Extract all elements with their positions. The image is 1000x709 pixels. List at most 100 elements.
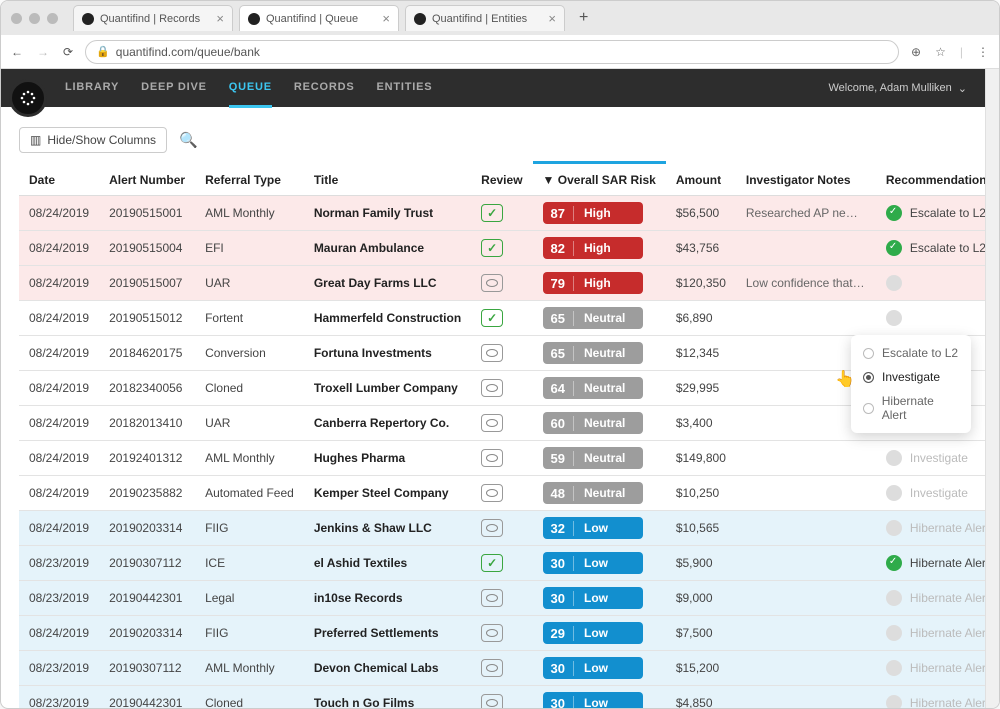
cell-recommendation[interactable]: Investigate <box>876 476 985 511</box>
eye-icon[interactable] <box>481 274 503 292</box>
status-dot-icon[interactable] <box>886 450 902 466</box>
cell-review[interactable] <box>471 476 532 511</box>
col-title[interactable]: Title <box>304 165 471 196</box>
cell-review[interactable] <box>471 616 532 651</box>
cell-title[interactable]: Troxell Lumber Company <box>304 371 471 406</box>
status-dot-icon[interactable] <box>886 660 902 676</box>
table-row[interactable]: 08/24/2019 20190203314 FIIG Preferred Se… <box>19 616 985 651</box>
eye-icon[interactable] <box>481 589 503 607</box>
eye-icon[interactable] <box>481 624 503 642</box>
table-row[interactable]: 08/24/2019 20182340056 Cloned Troxell Lu… <box>19 371 985 406</box>
address-bar[interactable]: 🔒 quantifind.com/queue/bank <box>85 40 899 64</box>
cell-review[interactable] <box>471 546 532 581</box>
cell-title[interactable]: Hughes Pharma <box>304 441 471 476</box>
popover-option[interactable]: Hibernate Alert <box>851 389 971 427</box>
table-row[interactable]: 08/24/2019 20190203314 FIIG Jenkins & Sh… <box>19 511 985 546</box>
welcome-user[interactable]: Welcome, Adam Mulliken ⌄ <box>828 82 967 95</box>
table-row[interactable]: 08/23/2019 20190442301 Cloned Touch n Go… <box>19 686 985 709</box>
status-dot-icon[interactable] <box>886 555 902 571</box>
forward-icon[interactable]: → <box>37 45 49 59</box>
cell-recommendation[interactable]: Hibernate Alert <box>876 581 985 616</box>
cell-review[interactable] <box>471 336 532 371</box>
cell-title[interactable]: Hammerfeld Construction <box>304 301 471 336</box>
col-amount[interactable]: Amount <box>666 165 736 196</box>
eye-icon[interactable] <box>481 694 503 708</box>
cell-review[interactable] <box>471 686 532 709</box>
cell-title[interactable]: Fortuna Investments <box>304 336 471 371</box>
cell-title[interactable]: Touch n Go Films <box>304 686 471 709</box>
table-row[interactable]: 08/24/2019 20190515004 EFI Mauran Ambula… <box>19 231 985 266</box>
bookmark-icon[interactable]: ☆ <box>935 45 946 59</box>
eye-icon[interactable] <box>481 414 503 432</box>
cell-title[interactable]: Mauran Ambulance <box>304 231 471 266</box>
cell-review[interactable] <box>471 511 532 546</box>
table-row[interactable]: 08/24/2019 20182013410 UAR Canberra Repe… <box>19 406 985 441</box>
status-dot-icon[interactable] <box>886 485 902 501</box>
search-in-page-icon[interactable]: ⊕ <box>911 45 921 59</box>
hide-show-columns-button[interactable]: ▥ Hide/Show Columns <box>19 127 167 153</box>
reload-icon[interactable]: ⟳ <box>63 45 73 59</box>
cell-review[interactable] <box>471 231 532 266</box>
status-dot-icon[interactable] <box>886 625 902 641</box>
col-referral-type[interactable]: Referral Type <box>195 165 304 196</box>
cell-review[interactable] <box>471 406 532 441</box>
status-dot-icon[interactable] <box>886 240 902 256</box>
cell-review[interactable] <box>471 581 532 616</box>
close-tab-icon[interactable]: × <box>216 11 224 26</box>
col-recommendation[interactable]: Recommendation <box>876 165 985 196</box>
close-window-icon[interactable] <box>11 13 22 24</box>
status-dot-icon[interactable] <box>886 275 902 291</box>
cell-recommendation[interactable] <box>876 301 985 336</box>
cell-recommendation[interactable] <box>876 266 985 301</box>
minimize-window-icon[interactable] <box>29 13 40 24</box>
status-dot-icon[interactable] <box>886 310 902 326</box>
cell-review[interactable] <box>471 196 532 231</box>
cell-title[interactable]: Kemper Steel Company <box>304 476 471 511</box>
eye-icon[interactable] <box>481 344 503 362</box>
eye-icon[interactable] <box>481 449 503 467</box>
scrollbar[interactable] <box>985 69 999 708</box>
browser-tab[interactable]: Quantifind | Records × <box>73 5 233 31</box>
kebab-menu-icon[interactable]: ⋮ <box>977 45 989 59</box>
check-icon[interactable] <box>481 204 503 222</box>
eye-icon[interactable] <box>481 379 503 397</box>
new-tab-button[interactable]: + <box>571 9 596 27</box>
search-icon[interactable]: 🔍 <box>179 131 198 149</box>
eye-icon[interactable] <box>481 484 503 502</box>
cell-recommendation[interactable]: Hibernate Alert <box>876 616 985 651</box>
cell-recommendation[interactable]: Investigate <box>876 441 985 476</box>
cell-review[interactable] <box>471 371 532 406</box>
back-icon[interactable]: ← <box>11 45 23 59</box>
table-row[interactable]: 08/24/2019 20190515007 UAR Great Day Far… <box>19 266 985 301</box>
eye-icon[interactable] <box>481 519 503 537</box>
cell-recommendation[interactable]: Escalate to L2 <box>876 196 985 231</box>
browser-tab[interactable]: Quantifind | Queue × <box>239 5 399 31</box>
nav-item-library[interactable]: LIBRARY <box>65 69 119 108</box>
col-alert-number[interactable]: Alert Number <box>99 165 195 196</box>
table-row[interactable]: 08/24/2019 20192401312 AML Monthly Hughe… <box>19 441 985 476</box>
cell-title[interactable]: Jenkins & Shaw LLC <box>304 511 471 546</box>
cell-review[interactable] <box>471 651 532 686</box>
nav-item-records[interactable]: RECORDS <box>294 69 355 108</box>
status-dot-icon[interactable] <box>886 590 902 606</box>
cell-title[interactable]: Canberra Repertory Co. <box>304 406 471 441</box>
col-notes[interactable]: Investigator Notes <box>736 165 876 196</box>
status-dot-icon[interactable] <box>886 695 902 708</box>
table-row[interactable]: 08/23/2019 20190307112 AML Monthly Devon… <box>19 651 985 686</box>
cell-title[interactable]: in10se Records <box>304 581 471 616</box>
cell-recommendation[interactable]: Hibernate Alert <box>876 686 985 709</box>
cell-title[interactable]: Norman Family Trust <box>304 196 471 231</box>
check-icon[interactable] <box>481 239 503 257</box>
cell-recommendation[interactable]: Hibernate Alert <box>876 511 985 546</box>
cell-review[interactable] <box>471 301 532 336</box>
nav-item-queue[interactable]: QUEUE <box>229 69 272 108</box>
check-icon[interactable] <box>481 309 503 327</box>
nav-item-entities[interactable]: ENTITIES <box>377 69 433 108</box>
cell-title[interactable]: el Ashid Textiles <box>304 546 471 581</box>
recommendation-popover[interactable]: Escalate to L2InvestigateHibernate Alert <box>851 335 971 433</box>
cell-recommendation[interactable]: Hibernate Alert <box>876 651 985 686</box>
browser-tab[interactable]: Quantifind | Entities × <box>405 5 565 31</box>
status-dot-icon[interactable] <box>886 205 902 221</box>
check-icon[interactable] <box>481 554 503 572</box>
close-tab-icon[interactable]: × <box>548 11 556 26</box>
